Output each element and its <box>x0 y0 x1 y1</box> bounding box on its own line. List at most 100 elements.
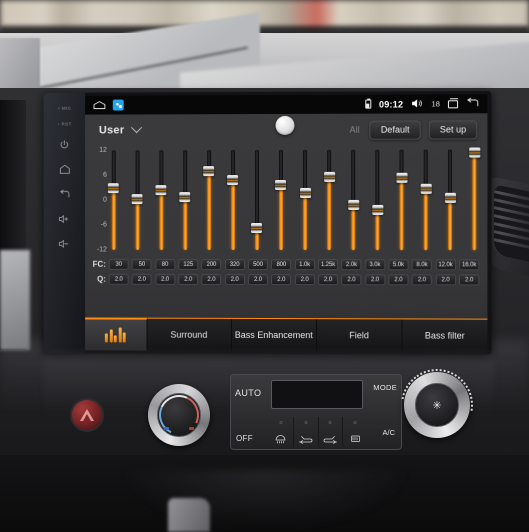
reset-indicator[interactable]: RST <box>57 119 72 130</box>
mode-tabbar[interactable]: Surround Bass Enhancement Field Bass filter <box>85 317 488 352</box>
fc-cell[interactable]: 8.0k <box>411 259 433 271</box>
hazard-light-button[interactable] <box>70 398 104 432</box>
slider-handle[interactable] <box>444 192 456 203</box>
rear-defrost-icon[interactable] <box>343 417 367 447</box>
q-cell[interactable]: 2.0 <box>364 274 386 286</box>
band-slider[interactable] <box>323 148 335 252</box>
q-cell[interactable]: 2.0 <box>178 273 199 285</box>
auto-button[interactable]: AUTO <box>235 388 261 398</box>
fc-cells[interactable]: 30 50 80 125 200 320 500 800 1.0k 1.25k 2.0k 3.0k 5.… <box>108 258 484 271</box>
q-cell[interactable]: 2.0 <box>458 274 480 286</box>
all-label[interactable]: All <box>348 125 362 135</box>
setup-button[interactable]: Set up <box>428 119 478 140</box>
q-cell[interactable]: 2.0 <box>341 274 362 286</box>
tab-bass-filter[interactable]: Bass filter <box>402 319 487 351</box>
band-slider[interactable] <box>469 146 481 253</box>
volume-down-icon[interactable] <box>56 234 72 254</box>
q-cell[interactable]: 2.0 <box>271 274 292 286</box>
slider-handle[interactable] <box>203 165 215 176</box>
q-cell[interactable]: 2.0 <box>435 274 456 286</box>
band-slider[interactable] <box>179 148 191 252</box>
band-slider[interactable] <box>420 148 432 253</box>
band-slider[interactable] <box>444 148 456 253</box>
q-cell[interactable]: 2.0 <box>318 274 339 286</box>
fc-cell[interactable]: 16.0k <box>458 259 480 271</box>
q-cell[interactable]: 2.0 <box>411 274 433 286</box>
ac-button[interactable]: A/C <box>382 428 395 437</box>
fresh-air-icon[interactable] <box>319 417 344 447</box>
band-slider[interactable] <box>396 148 408 252</box>
fan-speed-knob[interactable]: ✳ <box>386 354 488 456</box>
slider-handle[interactable] <box>323 171 335 182</box>
home-icon[interactable] <box>93 96 106 114</box>
back-arrow-icon[interactable] <box>466 95 479 113</box>
q-cell[interactable]: 2.0 <box>388 274 409 286</box>
default-button[interactable]: Default <box>369 120 421 140</box>
q-cell[interactable]: 2.0 <box>108 273 129 285</box>
slider-handle[interactable] <box>251 222 263 233</box>
app-shortcut-icon[interactable] <box>112 99 124 111</box>
slider-handle[interactable] <box>347 200 359 211</box>
fc-cell[interactable]: 1.0k <box>294 259 315 271</box>
q-cell[interactable]: 2.0 <box>155 273 175 285</box>
fc-cell[interactable]: 320 <box>224 258 245 270</box>
fc-cell[interactable]: 1.25k <box>318 259 339 271</box>
q-cell[interactable]: 2.0 <box>201 273 222 285</box>
fc-cell[interactable]: 125 <box>178 258 199 270</box>
front-defrost-icon[interactable] <box>269 417 294 447</box>
band-slider[interactable] <box>251 148 263 252</box>
power-icon[interactable] <box>56 135 72 155</box>
band-slider[interactable] <box>227 148 239 252</box>
fc-cell[interactable]: 5.0k <box>388 259 409 271</box>
slider-handle[interactable] <box>227 175 239 186</box>
tab-bass-enhancement[interactable]: Bass Enhancement <box>231 318 317 352</box>
fc-cell[interactable]: 2.0k <box>341 259 362 271</box>
touchscreen[interactable]: 09:12 18 User All Default Set up 12 6 0 … <box>85 94 488 352</box>
q-cell[interactable]: 2.0 <box>247 273 268 286</box>
fc-cell[interactable]: 200 <box>201 258 222 270</box>
fc-cell[interactable]: 50 <box>131 258 152 270</box>
band-slider[interactable] <box>299 148 311 252</box>
q-cell[interactable]: 2.0 <box>224 273 245 285</box>
home-icon[interactable] <box>56 159 72 179</box>
slider-handle[interactable] <box>155 185 167 196</box>
band-slider[interactable] <box>275 148 287 252</box>
band-sliders[interactable] <box>107 146 484 256</box>
q-cell[interactable]: 2.0 <box>294 274 315 286</box>
temperature-knob[interactable] <box>148 384 210 446</box>
slider-handle[interactable] <box>179 192 191 203</box>
slider-handle[interactable] <box>299 187 311 198</box>
fc-cell[interactable]: 12.0k <box>435 259 456 271</box>
band-slider[interactable] <box>107 148 119 252</box>
slider-handle[interactable] <box>131 194 143 205</box>
fc-cell[interactable]: 800 <box>271 259 292 271</box>
q-cells[interactable]: 2.0 2.0 2.0 2.0 2.0 2.0 2.0 2.0 2.0 2.0 2.0 2.0 2.0 2… <box>108 273 484 286</box>
balance-knob[interactable] <box>275 115 295 135</box>
band-slider[interactable] <box>155 148 167 252</box>
slider-handle[interactable] <box>396 173 408 184</box>
recent-apps-icon[interactable] <box>447 99 459 108</box>
tab-equalizer[interactable] <box>85 317 148 351</box>
fc-cell[interactable]: 80 <box>155 258 175 270</box>
off-button[interactable]: OFF <box>236 434 253 443</box>
slider-handle[interactable] <box>469 146 481 158</box>
fc-cell[interactable]: 3.0k <box>364 259 386 271</box>
mode-button[interactable]: MODE <box>373 383 397 392</box>
slider-handle[interactable] <box>107 182 119 193</box>
band-slider[interactable] <box>203 148 215 252</box>
tab-surround[interactable]: Surround <box>147 318 232 351</box>
fc-cell[interactable]: 500 <box>247 258 268 271</box>
recirculate-air-icon[interactable] <box>294 417 319 447</box>
q-cell[interactable]: 2.0 <box>131 273 152 285</box>
slider-handle[interactable] <box>371 204 384 215</box>
band-slider[interactable] <box>347 148 359 252</box>
volume-up-icon[interactable] <box>56 209 72 229</box>
slider-handle[interactable] <box>420 183 432 195</box>
slider-handle[interactable] <box>275 180 287 191</box>
back-icon[interactable] <box>56 184 72 204</box>
preset-dropdown[interactable]: User <box>95 121 144 138</box>
tab-field[interactable]: Field <box>316 319 403 352</box>
fc-cell[interactable]: 30 <box>108 258 129 270</box>
band-slider[interactable] <box>131 148 143 252</box>
band-slider[interactable] <box>371 148 384 252</box>
